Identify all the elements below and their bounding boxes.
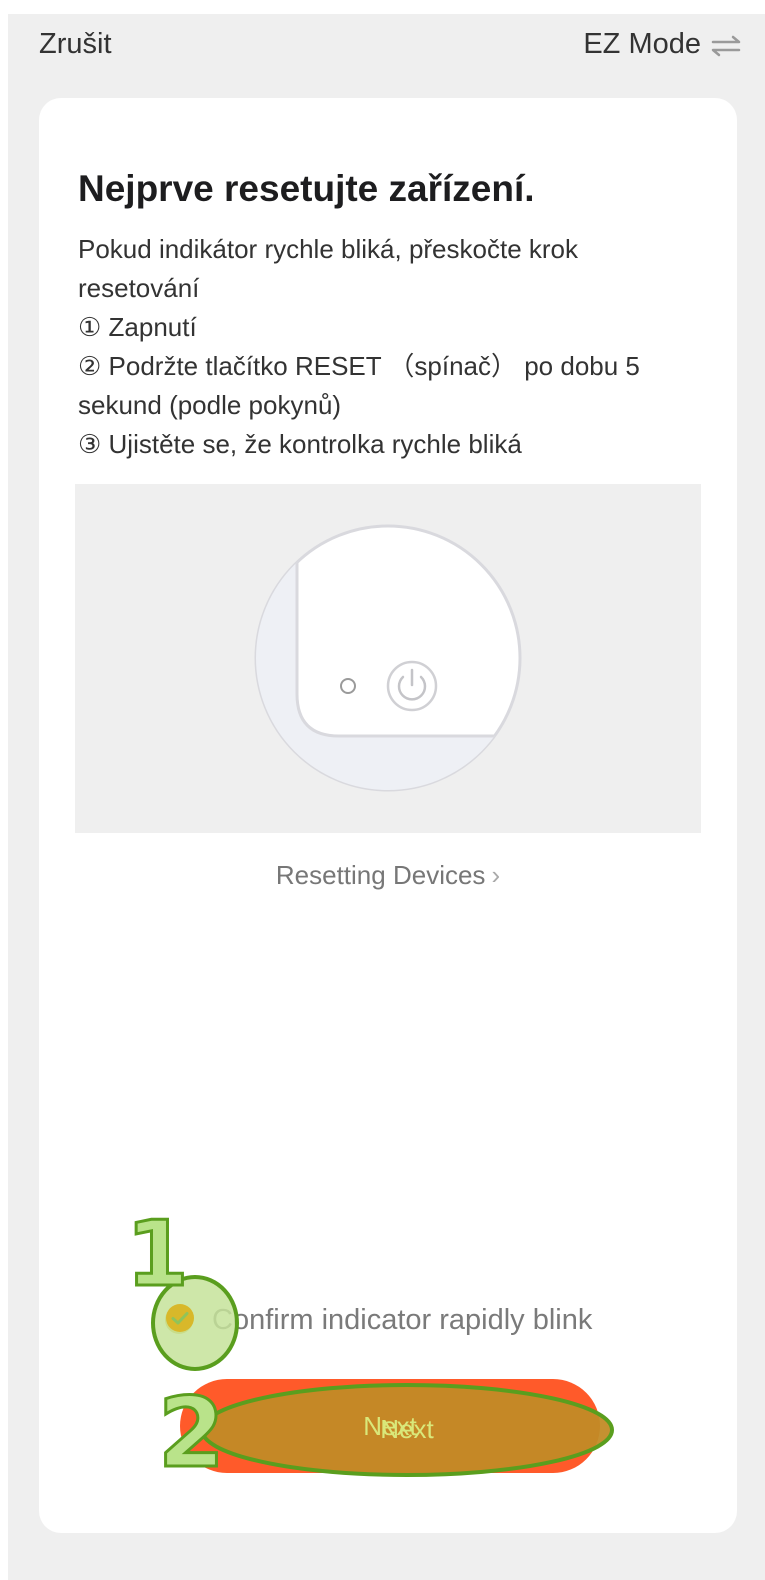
confirm-blink-label: Confirm indicator rapidly blink [212, 1303, 593, 1336]
resetting-devices-link[interactable]: Resetting Devices › [39, 860, 737, 891]
instruction-step-2: ② Podržte tlačítko RESET （spínač） po dob… [78, 351, 640, 420]
ez-mode-button[interactable]: EZ Mode [583, 28, 741, 61]
page-title: Nejprve resetujte zařízení. [78, 168, 535, 209]
resetting-devices-label: Resetting Devices [275, 860, 486, 890]
chevron-right-icon: › [491, 860, 501, 890]
ez-mode-label: EZ Mode [583, 28, 701, 60]
check-circle-icon [164, 1305, 194, 1335]
next-button[interactable]: Next [180, 1379, 600, 1473]
top-bar: Zrušit EZ Mode [8, 14, 765, 78]
instructions: Pokud indikátor rychle bliká, přeskočte … [78, 230, 688, 464]
instructions-intro: Pokud indikátor rychle bliká, přeskočte … [78, 234, 579, 303]
swap-arrows-icon [711, 33, 741, 57]
app-screen: Zrušit EZ Mode Nejprve resetujte zařízen… [8, 14, 765, 1580]
confirm-blink-checkbox[interactable]: Confirm indicator rapidly blink [164, 1298, 592, 1342]
next-button-label: Next [363, 1411, 417, 1441]
reset-device-card: Nejprve resetujte zařízení. Pokud indiká… [39, 98, 737, 1533]
instruction-step-1: ① Zapnutí [78, 312, 197, 342]
instruction-step-3: ③ Ujistěte se, že kontrolka rychle bliká [78, 429, 522, 459]
device-reset-illustration [75, 484, 701, 833]
cancel-button[interactable]: Zrušit [39, 28, 112, 61]
